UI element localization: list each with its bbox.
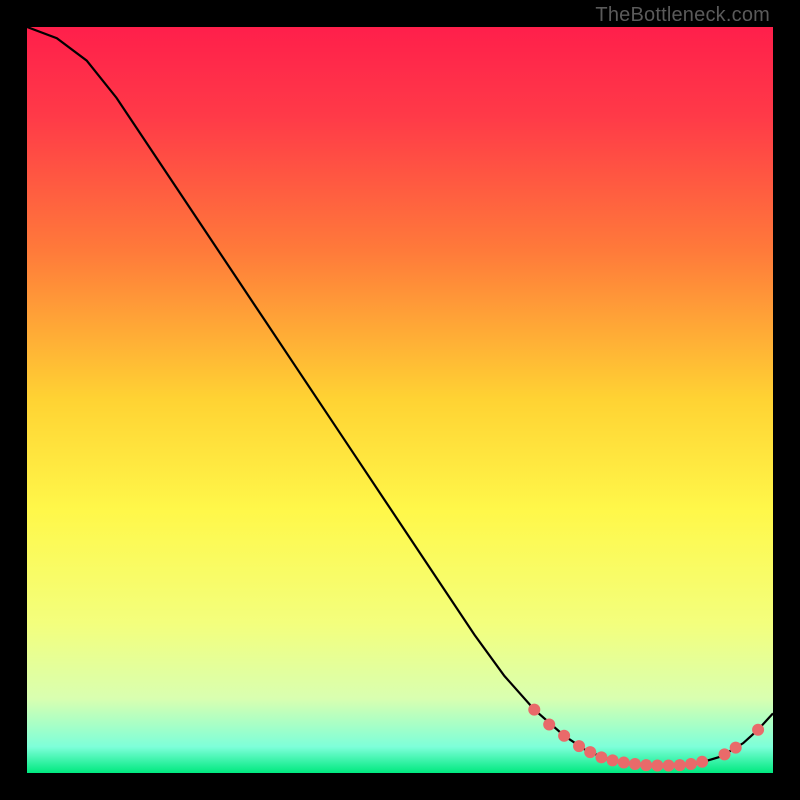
- data-point: [558, 730, 570, 742]
- chart-svg: [27, 27, 773, 773]
- data-point: [618, 757, 630, 769]
- plot-background: [27, 27, 773, 773]
- data-point: [719, 748, 731, 760]
- chart-frame: [27, 27, 773, 773]
- data-point: [651, 760, 663, 772]
- data-point: [685, 758, 697, 770]
- data-point: [584, 746, 596, 758]
- data-point: [607, 754, 619, 766]
- data-point: [640, 759, 652, 771]
- data-point: [629, 758, 641, 770]
- data-point: [663, 760, 675, 772]
- data-point: [595, 751, 607, 763]
- data-point: [752, 724, 764, 736]
- data-point: [573, 740, 585, 752]
- data-point: [528, 704, 540, 716]
- data-point: [674, 759, 686, 771]
- data-point: [696, 756, 708, 768]
- data-point: [730, 742, 742, 754]
- data-point: [543, 719, 555, 731]
- watermark-text: TheBottleneck.com: [595, 4, 770, 27]
